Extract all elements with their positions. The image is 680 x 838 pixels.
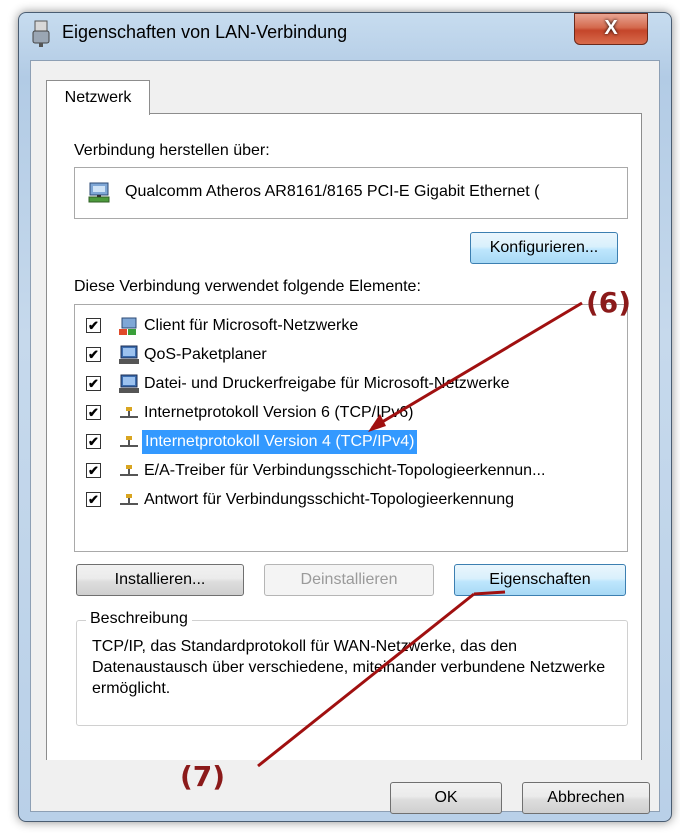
protocol-icon [120, 465, 138, 476]
checkbox[interactable]: ✔ [86, 318, 101, 333]
checkbox[interactable]: ✔ [86, 434, 101, 449]
list-item-label: Datei- und Druckerfreigabe für Microsoft… [144, 375, 510, 392]
adapter-field: Qualcomm Atheros AR8161/8165 PCI-E Gigab… [74, 167, 628, 219]
uninstall-button[interactable]: Deinstallieren [264, 564, 434, 596]
list-item-label: E/A-Treiber für Verbindungsschicht-Topol… [144, 462, 546, 479]
protocol-icon [120, 436, 138, 447]
components-list[interactable] [74, 304, 628, 552]
description-legend: Beschreibung [86, 610, 192, 628]
cancel-button[interactable]: Abbrechen [522, 782, 650, 814]
install-button[interactable]: Installieren... [76, 564, 244, 596]
properties-button[interactable]: Eigenschaften [454, 564, 626, 596]
checkbox[interactable]: ✔ [86, 347, 101, 362]
close-button[interactable]: X [574, 13, 648, 45]
list-item-label: QoS-Paketplaner [144, 346, 267, 363]
network-adapter-icon [32, 20, 50, 47]
protocol-icon [120, 407, 138, 418]
tab-network[interactable]: Netzwerk [46, 80, 150, 115]
elements-label: Diese Verbindung verwendet folgende Elem… [74, 278, 421, 295]
list-item-label: Internetprotokoll Version 4 (TCP/IPv4) [142, 430, 418, 454]
checkbox[interactable]: ✔ [86, 463, 101, 478]
network-client-icon [119, 317, 137, 335]
checkbox[interactable]: ✔ [86, 405, 101, 420]
list-item-label: Client für Microsoft-Netzwerke [144, 317, 359, 334]
checkbox[interactable]: ✔ [86, 376, 101, 391]
network-service-icon [119, 374, 139, 393]
ok-button[interactable]: OK [390, 782, 502, 814]
checkbox[interactable]: ✔ [86, 492, 101, 507]
window-title: Eigenschaften von LAN-Verbindung [62, 22, 348, 42]
annotation-step-7: (7) [180, 760, 226, 793]
list-item-label: Antwort für Verbindungsschicht-Topologie… [144, 491, 515, 508]
annotation-step-6: (6) [586, 286, 632, 319]
network-adapter-icon [88, 182, 110, 203]
description-text: TCP/IP, das Standardprotokoll für WAN-Ne… [92, 638, 606, 697]
network-service-icon [119, 345, 139, 364]
configure-button[interactable]: Konfigurieren... [470, 232, 618, 264]
connect-using-label: Verbindung herstellen über: [74, 142, 270, 159]
adapter-name: Qualcomm Atheros AR8161/8165 PCI-E Gigab… [125, 183, 540, 200]
protocol-icon [120, 494, 138, 505]
list-item-label: Internetprotokoll Version 6 (TCP/IPv6) [144, 404, 414, 421]
